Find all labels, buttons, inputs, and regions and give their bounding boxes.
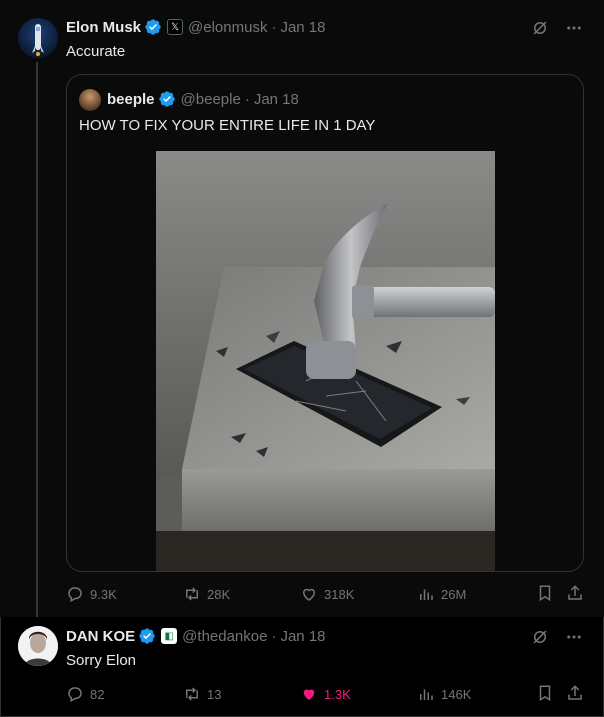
- reply-button[interactable]: 82: [66, 684, 104, 704]
- hammer-phone-image[interactable]: [156, 151, 495, 571]
- author-name[interactable]: DAN KOE: [66, 628, 135, 645]
- like-button[interactable]: 1.3K: [300, 684, 351, 704]
- verified-badge-icon: [158, 91, 175, 107]
- reply-icon: [68, 587, 82, 603]
- grok-icon[interactable]: [530, 18, 550, 38]
- reply-text: Sorry Elon: [66, 652, 137, 669]
- quoted-author-name[interactable]: beeple: [107, 91, 155, 108]
- reply-count: 82: [90, 686, 105, 702]
- action-bar: 82 13 1.3K 146K: [66, 684, 584, 704]
- separator: ·: [244, 90, 250, 108]
- author-handle[interactable]: @thedankoe: [182, 628, 267, 645]
- action-bar: 9.3K 28K 318K 26M: [66, 584, 584, 604]
- views-button[interactable]: 146K: [417, 684, 471, 704]
- tweet-header: Elon Musk 𝕏 @elonmusk · Jan 18: [66, 17, 326, 37]
- more-options-icon[interactable]: [564, 18, 584, 38]
- views-button[interactable]: 26M: [417, 584, 466, 604]
- quoted-date[interactable]: Jan 18: [254, 91, 299, 108]
- views-icon: [420, 689, 433, 700]
- verified-badge-icon: [145, 19, 161, 35]
- tweet-top-icons: [530, 18, 584, 38]
- repost-count: 28K: [207, 586, 231, 602]
- action-bar-end: [536, 584, 584, 602]
- tweet-date[interactable]: Jan 18: [280, 628, 325, 645]
- view-count: 146K: [441, 686, 472, 702]
- author-name[interactable]: Elon Musk: [66, 19, 141, 36]
- bookmark-icon[interactable]: [536, 684, 554, 702]
- like-button[interactable]: 318K: [300, 584, 354, 604]
- heart-icon: [302, 588, 316, 601]
- repost-icon: [186, 687, 198, 701]
- verified-badge-icon: [139, 628, 155, 644]
- quoted-avatar[interactable]: [79, 89, 101, 111]
- affiliate-badge-icon: ◧: [161, 628, 178, 644]
- action-bar-end: [536, 684, 584, 702]
- separator: ·: [271, 18, 277, 36]
- grok-icon[interactable]: [530, 627, 550, 647]
- avatar[interactable]: [18, 18, 58, 58]
- reply-top-icons: [530, 627, 584, 647]
- reply-icon: [68, 687, 82, 703]
- bookmark-icon[interactable]: [536, 584, 554, 602]
- quoted-text: HOW TO FIX YOUR ENTIRE LIFE IN 1 DAY: [79, 117, 376, 134]
- quoted-handle[interactable]: @beeple: [181, 91, 241, 108]
- tweet-date[interactable]: Jan 18: [280, 19, 325, 36]
- views-icon: [420, 589, 433, 600]
- quoted-tweet[interactable]: beeple @beeple · Jan 18 HOW TO FIX YOUR …: [66, 74, 584, 572]
- like-count: 1.3K: [324, 686, 351, 702]
- share-icon[interactable]: [566, 584, 584, 602]
- repost-button[interactable]: 13: [183, 684, 221, 704]
- main-tweet[interactable]: Elon Musk 𝕏 @elonmusk · Jan 18 Accurate …: [0, 0, 604, 617]
- like-count: 318K: [324, 586, 355, 602]
- quoted-header: beeple @beeple · Jan 18: [107, 90, 299, 108]
- more-options-icon[interactable]: [564, 627, 584, 647]
- repost-count: 13: [207, 686, 222, 702]
- repost-button[interactable]: 28K: [183, 584, 230, 604]
- affiliate-badge-icon: 𝕏: [167, 19, 184, 35]
- heart-filled-icon: [303, 689, 315, 700]
- author-handle[interactable]: @elonmusk: [188, 19, 267, 36]
- tweet-text: Accurate: [66, 43, 126, 60]
- view-count: 26M: [441, 586, 467, 602]
- reply-count: 9.3K: [90, 586, 117, 602]
- reply-button[interactable]: 9.3K: [66, 584, 117, 604]
- reply-header: DAN KOE ◧ @thedankoe · Jan 18: [66, 626, 326, 646]
- repost-icon: [186, 587, 198, 601]
- avatar[interactable]: [18, 626, 58, 666]
- thread-line: [36, 62, 38, 617]
- share-icon[interactable]: [566, 684, 584, 702]
- separator: ·: [271, 627, 277, 645]
